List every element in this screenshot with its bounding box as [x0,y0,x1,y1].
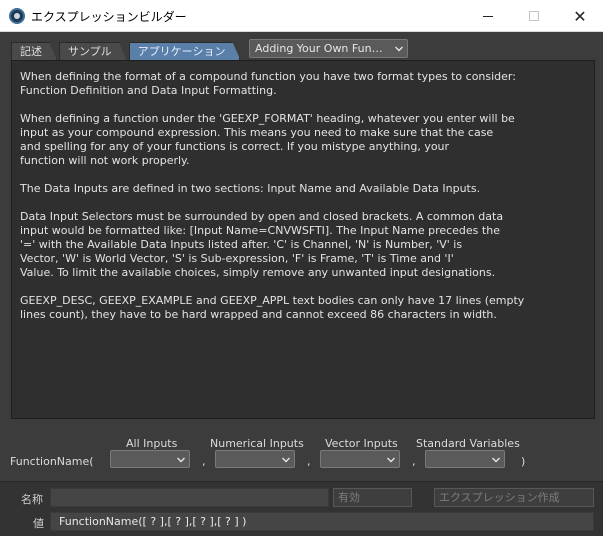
help-text-panel[interactable]: When defining the format of a compound f… [11,60,595,419]
comma-separator: , [202,455,206,468]
window-title: エクスプレッションビルダー [31,10,187,24]
all-inputs-label: All Inputs [126,437,178,450]
all-inputs-select[interactable] [110,450,190,468]
standard-variables-select[interactable] [425,450,505,468]
maximize-button[interactable] [511,0,557,32]
chevron-down-icon [282,457,290,463]
tab-bar: 記述 サンプル アプリケーション [11,42,242,60]
create-expression-button[interactable]: エクスプレッション作成 [434,488,594,507]
tab-samples[interactable]: サンプル [59,42,127,60]
value-label: 値 [33,517,44,530]
minimize-icon [483,15,493,17]
chevron-down-icon [177,457,185,463]
valid-button[interactable]: 有効 [333,488,412,507]
standard-variables-label: Standard Variables [416,437,520,450]
help-paragraph: When defining a function under the 'GEEX… [20,112,515,167]
vector-inputs-label: Vector Inputs [325,437,398,450]
chevron-down-icon [387,457,395,463]
comma-separator: , [307,455,311,468]
chevron-down-icon [395,46,403,52]
topic-select[interactable]: Adding Your Own Fun… [249,39,408,58]
title-bar: エクスプレッションビルダー ✕ [0,0,603,32]
name-label: 名称 [21,493,43,506]
help-paragraph: Data Input Selectors must be surrounded … [20,210,504,279]
app-logo-icon [9,8,25,24]
value-field[interactable]: FunctionName([ ? ],[ ? ],[ ? ],[ ? ] ) [50,512,594,531]
name-input[interactable] [50,488,329,507]
help-paragraph: GEEXP_DESC, GEEXP_EXAMPLE and GEEXP_APPL… [20,294,525,321]
comma-separator: , [412,455,416,468]
tab-application[interactable]: アプリケーション [129,42,241,60]
numerical-inputs-label: Numerical Inputs [210,437,304,450]
maximize-icon [529,11,539,21]
topic-select-value: Adding Your Own Fun… [255,42,383,55]
function-name-label: FunctionName( [10,455,94,468]
close-button[interactable]: ✕ [557,0,603,32]
chevron-down-icon [492,457,500,463]
close-paren: ) [521,455,526,468]
help-paragraph: The Data Inputs are defined in two secti… [20,182,481,195]
tab-description[interactable]: 記述 [11,42,57,60]
minimize-button[interactable] [465,0,511,32]
vector-inputs-select[interactable] [320,450,400,468]
numerical-inputs-select[interactable] [215,450,295,468]
help-paragraph: When defining the format of a compound f… [20,70,516,97]
close-icon: ✕ [573,6,587,26]
